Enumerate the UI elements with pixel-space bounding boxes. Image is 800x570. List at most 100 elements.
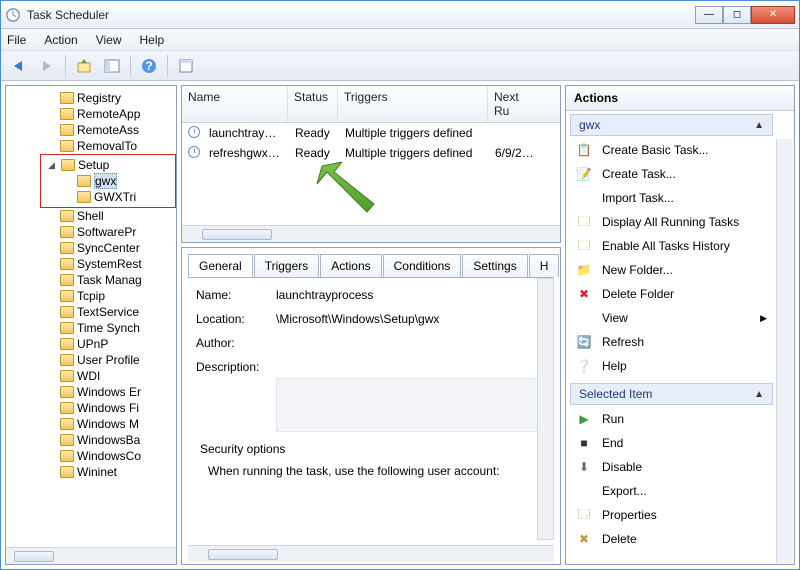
main-body: Registry RemoteApp RemoteAss RemovalTo ◢… <box>1 81 799 569</box>
action-item[interactable]: ■End <box>572 431 771 455</box>
tab-settings[interactable]: Settings <box>462 254 527 277</box>
col-status[interactable]: Status <box>288 86 338 122</box>
action-label: View <box>602 311 628 325</box>
task-row[interactable]: launchtraypr... Ready Multiple triggers … <box>182 123 560 143</box>
minimize-button[interactable]: — <box>695 6 723 24</box>
description-box <box>276 378 546 432</box>
action-label: Help <box>602 359 627 373</box>
action-item[interactable]: ▶Run <box>572 407 771 431</box>
menu-help[interactable]: Help <box>140 33 165 47</box>
action-item[interactable]: ❔ Help <box>572 354 771 378</box>
actions-section-selected[interactable]: Selected Item ▲ <box>570 383 773 405</box>
back-button[interactable] <box>7 54 31 78</box>
action-item[interactable]: Import Task... <box>572 186 771 210</box>
tree-item[interactable]: SyncCenter <box>60 240 176 256</box>
action-item[interactable]: 📁New Folder... <box>572 258 771 282</box>
action-item[interactable]: ✖Delete <box>572 527 771 551</box>
tree-item[interactable]: Registry <box>60 90 176 106</box>
tree-item[interactable]: TextService <box>60 304 176 320</box>
details-scrollbar-v[interactable] <box>537 278 554 540</box>
help-button[interactable]: ? <box>137 54 161 78</box>
action-label: Delete Folder <box>602 287 674 301</box>
action-item[interactable]: Export... <box>572 479 771 503</box>
col-triggers[interactable]: Triggers <box>338 86 488 122</box>
label-description: Description: <box>196 360 276 374</box>
action-icon: 🔄 <box>576 334 592 350</box>
tab-conditions[interactable]: Conditions <box>383 254 462 277</box>
col-name[interactable]: Name <box>182 86 288 122</box>
actions-section-gwx[interactable]: gwx ▲ <box>570 114 773 136</box>
menu-action[interactable]: Action <box>44 33 77 47</box>
tree-item[interactable]: Task Manag <box>60 272 176 288</box>
close-button[interactable]: ✕ <box>751 6 795 24</box>
action-label: Create Basic Task... <box>602 143 709 157</box>
list-scrollbar-h[interactable] <box>182 225 560 242</box>
action-item[interactable]: 📋Create Basic Task... <box>572 138 771 162</box>
tree-item[interactable]: RemoteAss <box>60 122 176 138</box>
tree-item[interactable]: RemoteApp <box>60 106 176 122</box>
action-icon <box>576 483 592 499</box>
tree-item[interactable]: Wininet <box>60 464 176 480</box>
action-icon: ✖ <box>576 286 592 302</box>
action-item[interactable]: ⬇Disable <box>572 455 771 479</box>
tree-item[interactable]: RemovalTo <box>60 138 176 154</box>
action-icon: ❔ <box>576 358 592 374</box>
properties-button[interactable] <box>174 54 198 78</box>
tree-item[interactable]: Shell <box>60 208 176 224</box>
up-button[interactable] <box>72 54 96 78</box>
action-label: Enable All Tasks History <box>602 239 730 253</box>
action-item[interactable]: 🗔 Enable All Tasks History <box>572 234 771 258</box>
tab-general[interactable]: General <box>188 254 253 277</box>
tab-history[interactable]: H <box>529 254 560 277</box>
tree-item-gwx[interactable]: gwx <box>77 173 173 189</box>
forward-button[interactable] <box>35 54 59 78</box>
tree-scrollbar-h[interactable] <box>6 547 176 564</box>
menu-view[interactable]: View <box>96 33 122 47</box>
tree-item[interactable]: Tcpip <box>60 288 176 304</box>
action-icon: 🗔 <box>576 214 592 230</box>
col-next[interactable]: Next Ru <box>488 86 540 122</box>
details-scrollbar-h[interactable] <box>188 545 554 562</box>
action-label: New Folder... <box>602 263 673 277</box>
action-label: Export... <box>602 484 647 498</box>
action-item[interactable]: ✖ Delete Folder <box>572 282 771 306</box>
action-label: End <box>602 436 623 450</box>
tree-item[interactable]: WDI <box>60 368 176 384</box>
tree-item[interactable]: WindowsBa <box>60 432 176 448</box>
action-item[interactable]: 📝Create Task... <box>572 162 771 186</box>
action-item[interactable]: 🗔Properties <box>572 503 771 527</box>
task-row[interactable]: refreshgwxc... Ready Multiple triggers d… <box>182 143 560 163</box>
tree-pane: Registry RemoteApp RemoteAss RemovalTo ◢… <box>5 85 177 565</box>
action-item[interactable]: 🔄Refresh <box>572 330 771 354</box>
tree-item[interactable]: Time Synch <box>60 320 176 336</box>
expand-icon[interactable]: ◢ <box>48 160 58 171</box>
tree-item[interactable]: SystemRest <box>60 256 176 272</box>
actions-scrollbar-v[interactable] <box>776 139 793 563</box>
tree-item[interactable]: Windows Er <box>60 384 176 400</box>
label-author: Author: <box>196 336 276 350</box>
titlebar: Task Scheduler — ◻ ✕ <box>1 1 799 29</box>
tab-triggers[interactable]: Triggers <box>254 254 320 277</box>
action-icon: 🗔 <box>576 238 592 254</box>
tree-item[interactable]: Windows Fi <box>60 400 176 416</box>
tree-item-setup[interactable]: ◢ Setup <box>41 157 173 173</box>
security-options-note: When running the task, use the following… <box>196 464 546 478</box>
tree-item[interactable]: WindowsCo <box>60 448 176 464</box>
action-item[interactable]: 🗔Display All Running Tasks <box>572 210 771 234</box>
label-location: Location: <box>196 312 276 326</box>
app-icon <box>5 7 21 23</box>
maximize-button[interactable]: ◻ <box>723 6 751 24</box>
show-hide-tree-button[interactable] <box>100 54 124 78</box>
action-item[interactable]: View ▶ <box>572 306 771 330</box>
menu-file[interactable]: File <box>7 33 26 47</box>
tree-item[interactable]: Windows M <box>60 416 176 432</box>
tab-actions[interactable]: Actions <box>320 254 381 277</box>
folder-tree[interactable]: Registry RemoteApp RemoteAss RemovalTo ◢… <box>6 86 176 547</box>
tree-item[interactable]: UPnP <box>60 336 176 352</box>
tree-item-gwxtri[interactable]: GWXTri <box>77 189 173 205</box>
task-details-pane: General Triggers Actions Conditions Sett… <box>181 247 561 565</box>
tree-item[interactable]: SoftwarePr <box>60 224 176 240</box>
submenu-arrow-icon: ▶ <box>760 313 767 324</box>
tree-item[interactable]: User Profile <box>60 352 176 368</box>
security-options-header: Security options <box>196 442 546 456</box>
